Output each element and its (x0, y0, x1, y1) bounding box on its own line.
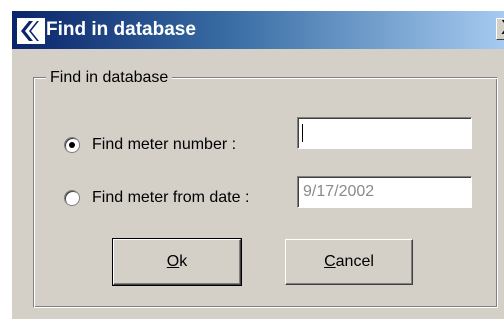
close-button[interactable]: X (496, 18, 504, 40)
cancel-button[interactable]: Cancel (285, 239, 413, 285)
cancel-button-label: Cancel (324, 253, 374, 270)
from-date-input[interactable]: 9/17/2002 (297, 176, 472, 208)
ok-button-label: Ok (166, 253, 188, 270)
groupbox-label: Find in database (46, 68, 173, 88)
text-caret (302, 124, 303, 142)
radio-meter-number[interactable] (64, 137, 80, 153)
radio-from-date[interactable] (64, 190, 80, 206)
from-date-value: 9/17/2002 (303, 183, 375, 200)
meter-number-input[interactable] (297, 117, 472, 149)
ok-button[interactable]: Ok (112, 238, 242, 286)
radio-from-date-label: Find meter from date : (92, 189, 250, 206)
window-title: Find in database (46, 19, 196, 40)
option-meter-number[interactable]: Find meter number : (64, 134, 236, 156)
option-from-date[interactable]: Find meter from date : (64, 187, 249, 209)
radio-meter-number-label: Find meter number : (92, 136, 237, 153)
title-bar[interactable]: Find in database X (12, 11, 504, 49)
find-dialog-window: Find in database X Find in database Find… (12, 11, 504, 319)
app-icon (17, 18, 45, 44)
